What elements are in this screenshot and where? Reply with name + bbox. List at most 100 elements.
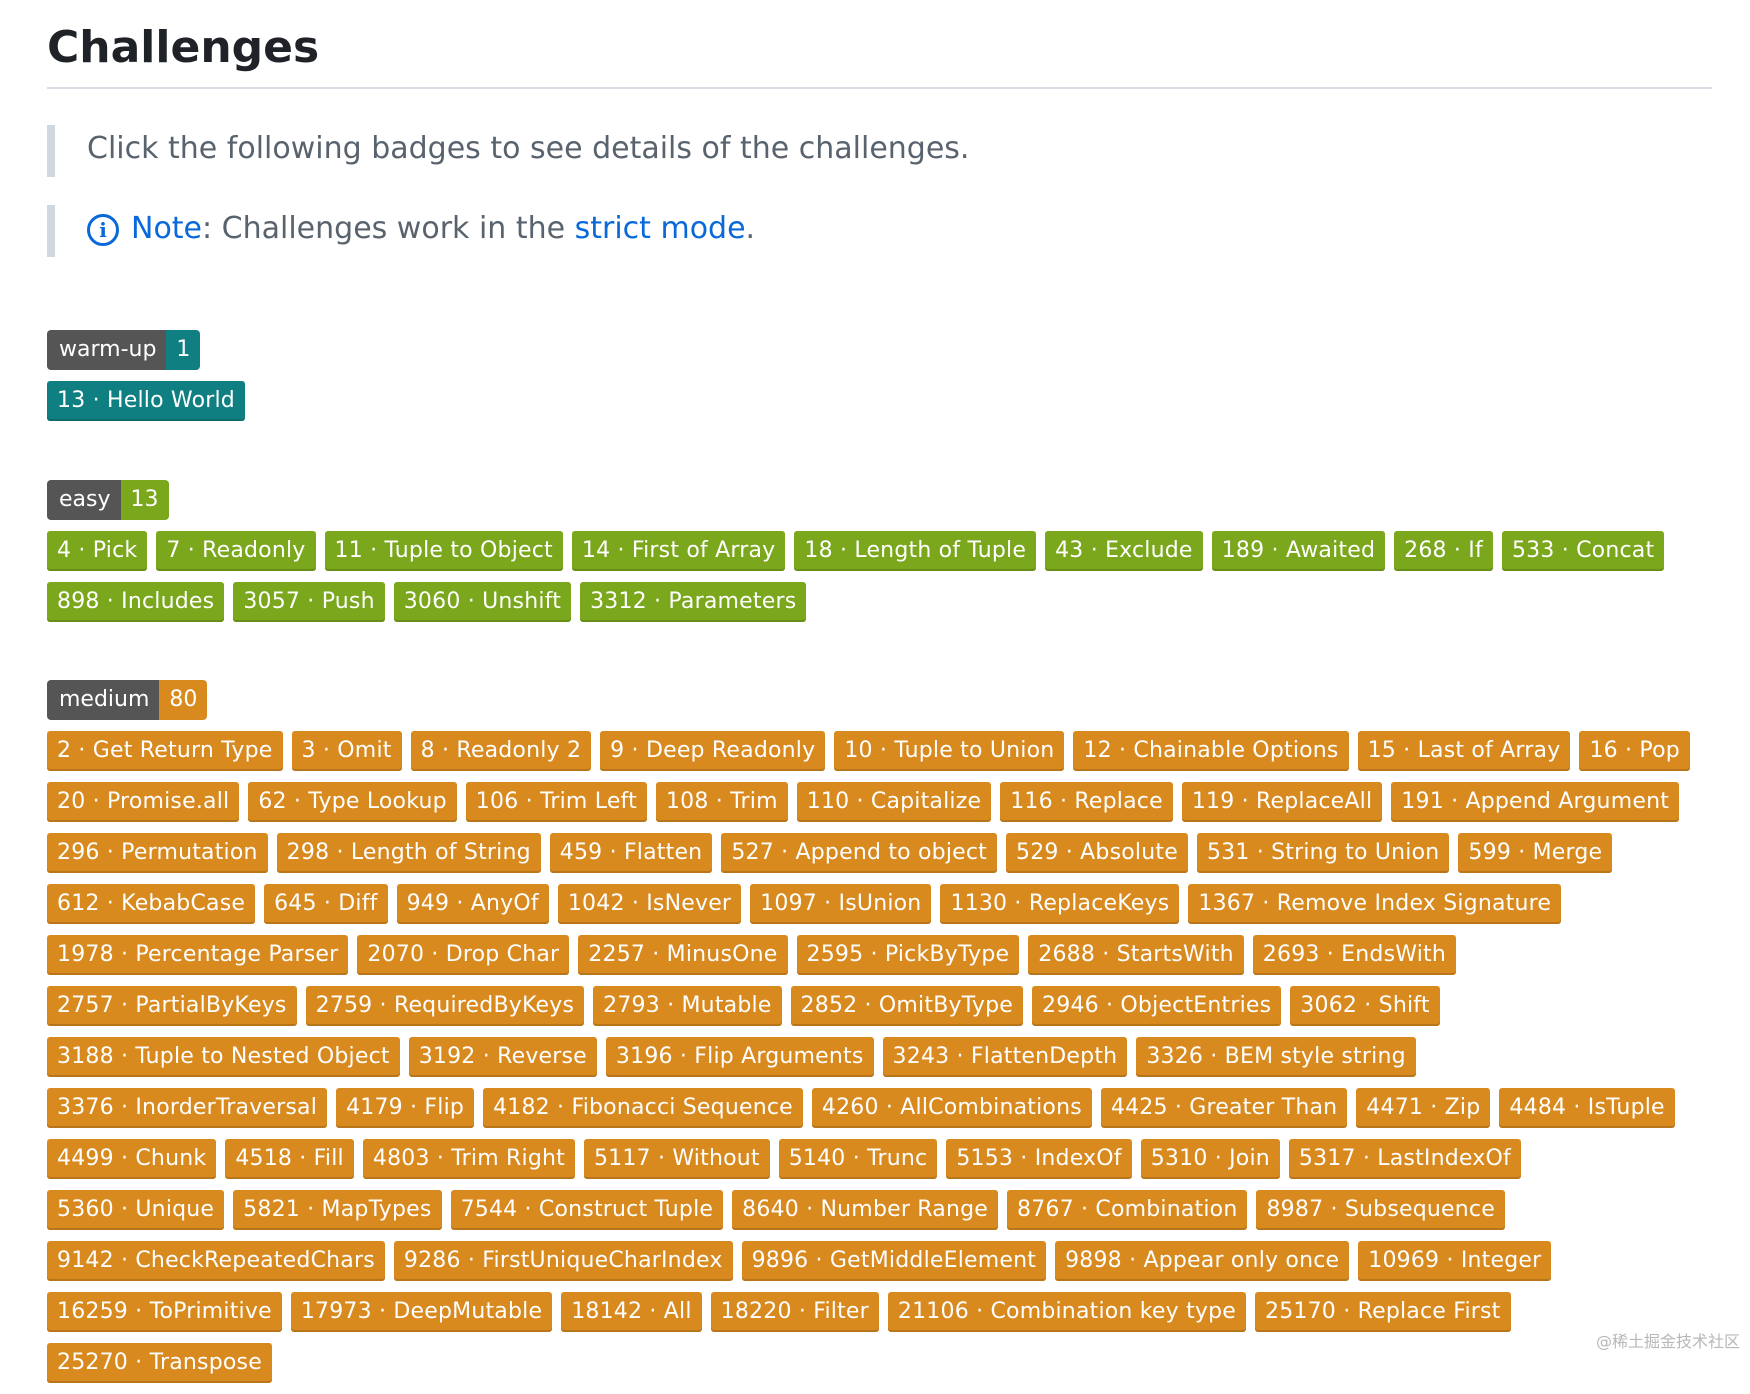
challenge-badge[interactable]: 10 · Tuple to Union: [834, 731, 1065, 771]
challenge-badge[interactable]: 2257 · MinusOne: [578, 935, 788, 975]
challenge-badge[interactable]: 3196 · Flip Arguments: [605, 1037, 874, 1077]
challenge-badge[interactable]: 1042 · IsNever: [557, 884, 742, 924]
challenge-badge[interactable]: 4518 · Fill: [225, 1139, 354, 1179]
challenge-badge[interactable]: 533 · Concat: [1501, 531, 1665, 571]
challenge-badge[interactable]: 7 · Readonly: [156, 531, 316, 571]
challenge-badge[interactable]: 949 · AnyOf: [396, 884, 549, 924]
challenge-badge[interactable]: 4 · Pick: [47, 531, 148, 571]
challenge-badge[interactable]: 4484 · IsTuple: [1499, 1088, 1675, 1128]
challenge-badge[interactable]: 1130 · ReplaceKeys: [940, 884, 1180, 924]
challenge-badge[interactable]: 459 · Flatten: [549, 833, 713, 873]
challenge-badge[interactable]: 1978 · Percentage Parser: [47, 935, 349, 975]
challenge-badge[interactable]: 12 · Chainable Options: [1073, 731, 1349, 771]
challenge-badge[interactable]: 3312 · Parameters: [580, 582, 807, 622]
challenge-badge[interactable]: 1097 · IsUnion: [750, 884, 932, 924]
challenge-badge[interactable]: 18142 · All: [561, 1292, 702, 1332]
challenge-badge[interactable]: 3192 · Reverse: [408, 1037, 597, 1077]
challenge-badge[interactable]: 25170 · Replace First: [1255, 1292, 1511, 1332]
section-header-badge[interactable]: warm-up 1: [47, 330, 201, 370]
challenge-badge[interactable]: 18 · Length of Tuple: [794, 531, 1037, 571]
note-text: : Challenges work in the: [202, 211, 575, 246]
challenge-badge[interactable]: 9286 · FirstUniqueCharIndex: [393, 1241, 733, 1281]
challenge-badge[interactable]: 1367 · Remove Index Signature: [1188, 884, 1562, 924]
challenge-badge[interactable]: 4260 · AllCombinations: [811, 1088, 1092, 1128]
challenge-badge[interactable]: 2793 · Mutable: [593, 986, 782, 1026]
challenge-badge[interactable]: 9898 · Appear only once: [1055, 1241, 1350, 1281]
challenge-badge[interactable]: 9142 · CheckRepeatedChars: [47, 1241, 385, 1281]
challenge-badge[interactable]: 5117 · Without: [583, 1139, 770, 1179]
challenge-badge[interactable]: 3376 · InorderTraversal: [47, 1088, 328, 1128]
challenge-badge[interactable]: 108 · Trim: [655, 782, 788, 822]
challenge-badge[interactable]: 5310 · Join: [1140, 1139, 1280, 1179]
challenge-badge[interactable]: 21106 · Combination key type: [887, 1292, 1247, 1332]
challenge-badge[interactable]: 116 · Replace: [1000, 782, 1173, 822]
challenge-badge[interactable]: 2 · Get Return Type: [47, 731, 283, 771]
challenge-badge[interactable]: 2759 · RequiredByKeys: [305, 986, 585, 1026]
challenge-badge[interactable]: 8 · Readonly 2: [410, 731, 592, 771]
challenge-badge[interactable]: 5140 · Trunc: [778, 1139, 938, 1179]
challenge-badge[interactable]: 4803 · Trim Right: [362, 1139, 575, 1179]
challenge-badge[interactable]: 4499 · Chunk: [47, 1139, 217, 1179]
challenge-badge[interactable]: 3243 · FlattenDepth: [882, 1037, 1128, 1077]
challenge-badge[interactable]: 4179 · Flip: [336, 1088, 475, 1128]
challenge-badge[interactable]: 8767 · Combination: [1007, 1190, 1248, 1230]
challenge-badge[interactable]: 2693 · EndsWith: [1252, 935, 1456, 975]
challenge-badge[interactable]: 4471 · Zip: [1356, 1088, 1491, 1128]
challenge-badge[interactable]: 5317 · LastIndexOf: [1288, 1139, 1521, 1179]
challenge-badge[interactable]: 527 · Append to object: [721, 833, 998, 873]
challenge-badge[interactable]: 20 · Promise.all: [47, 782, 240, 822]
challenge-badge[interactable]: 4182 · Fibonacci Sequence: [483, 1088, 803, 1128]
challenge-badge[interactable]: 645 · Diff: [264, 884, 388, 924]
challenge-badge[interactable]: 4425 · Greater Than: [1100, 1088, 1348, 1128]
challenge-badge[interactable]: 11 · Tuple to Object: [324, 531, 563, 571]
strict-mode-link[interactable]: strict mode: [575, 211, 746, 246]
challenge-badge[interactable]: 296 · Permutation: [47, 833, 268, 873]
challenge-badge[interactable]: 43 · Exclude: [1045, 531, 1203, 571]
section-header-badge[interactable]: easy 13: [47, 480, 169, 520]
challenge-badge[interactable]: 15 · Last of Array: [1357, 731, 1571, 771]
challenge-badge[interactable]: 8987 · Subsequence: [1256, 1190, 1505, 1230]
challenge-badge[interactable]: 7544 · Construct Tuple: [450, 1190, 724, 1230]
challenge-badge[interactable]: 3060 · Unshift: [393, 582, 572, 622]
challenge-badge[interactable]: 62 · Type Lookup: [248, 782, 457, 822]
challenge-badge[interactable]: 5360 · Unique: [47, 1190, 225, 1230]
section-header-badge[interactable]: medium 80: [47, 680, 208, 720]
challenge-badge[interactable]: 298 · Length of String: [276, 833, 541, 873]
challenge-badge[interactable]: 8640 · Number Range: [732, 1190, 999, 1230]
challenge-badge[interactable]: 106 · Trim Left: [465, 782, 647, 822]
challenge-badge[interactable]: 5153 · IndexOf: [946, 1139, 1132, 1179]
challenge-badge[interactable]: 25270 · Transpose: [47, 1343, 272, 1383]
note-label: Note: [131, 211, 203, 246]
challenge-badge[interactable]: 191 · Append Argument: [1391, 782, 1680, 822]
challenge-badge[interactable]: 3057 · Push: [233, 582, 385, 622]
challenge-badge[interactable]: 2852 · OmitByType: [790, 986, 1024, 1026]
challenge-badge[interactable]: 898 · Includes: [47, 582, 225, 622]
challenge-badge[interactable]: 110 · Capitalize: [796, 782, 992, 822]
challenge-badge[interactable]: 14 · First of Array: [571, 531, 786, 571]
challenge-badge[interactable]: 531 · String to Union: [1196, 833, 1450, 873]
challenge-badge[interactable]: 529 · Absolute: [1006, 833, 1188, 873]
challenge-badge[interactable]: 2688 · StartsWith: [1028, 935, 1244, 975]
challenge-badge[interactable]: 5821 · MapTypes: [233, 1190, 442, 1230]
challenge-badge[interactable]: 2070 · Drop Char: [357, 935, 570, 975]
challenge-badge[interactable]: 2757 · PartialByKeys: [47, 986, 297, 1026]
challenge-badge[interactable]: 10969 · Integer: [1358, 1241, 1552, 1281]
challenge-badge[interactable]: 16259 · ToPrimitive: [47, 1292, 282, 1332]
challenge-badge[interactable]: 268 · If: [1394, 531, 1493, 571]
challenge-badge[interactable]: 17973 · DeepMutable: [290, 1292, 553, 1332]
challenge-badge[interactable]: 18220 · Filter: [710, 1292, 879, 1332]
challenge-badge[interactable]: 9 · Deep Readonly: [600, 731, 826, 771]
challenge-badge[interactable]: 612 · KebabCase: [47, 884, 256, 924]
challenge-badge[interactable]: 2595 · PickByType: [796, 935, 1020, 975]
challenge-badge[interactable]: 2946 · ObjectEntries: [1032, 986, 1282, 1026]
challenge-badge[interactable]: 3188 · Tuple to Nested Object: [47, 1037, 400, 1077]
challenge-badge[interactable]: 9896 · GetMiddleElement: [741, 1241, 1047, 1281]
challenge-badge[interactable]: 3 · Omit: [291, 731, 402, 771]
challenge-badge[interactable]: 119 · ReplaceAll: [1181, 782, 1383, 822]
challenge-badge[interactable]: 3062 · Shift: [1290, 986, 1440, 1026]
challenge-badge[interactable]: 599 · Merge: [1458, 833, 1613, 873]
challenge-badge[interactable]: 3326 · BEM style string: [1136, 1037, 1416, 1077]
challenge-badge[interactable]: 16 · Pop: [1579, 731, 1690, 771]
challenge-badge[interactable]: 13 · Hello World: [47, 381, 245, 421]
challenge-badge[interactable]: 189 · Awaited: [1211, 531, 1386, 571]
